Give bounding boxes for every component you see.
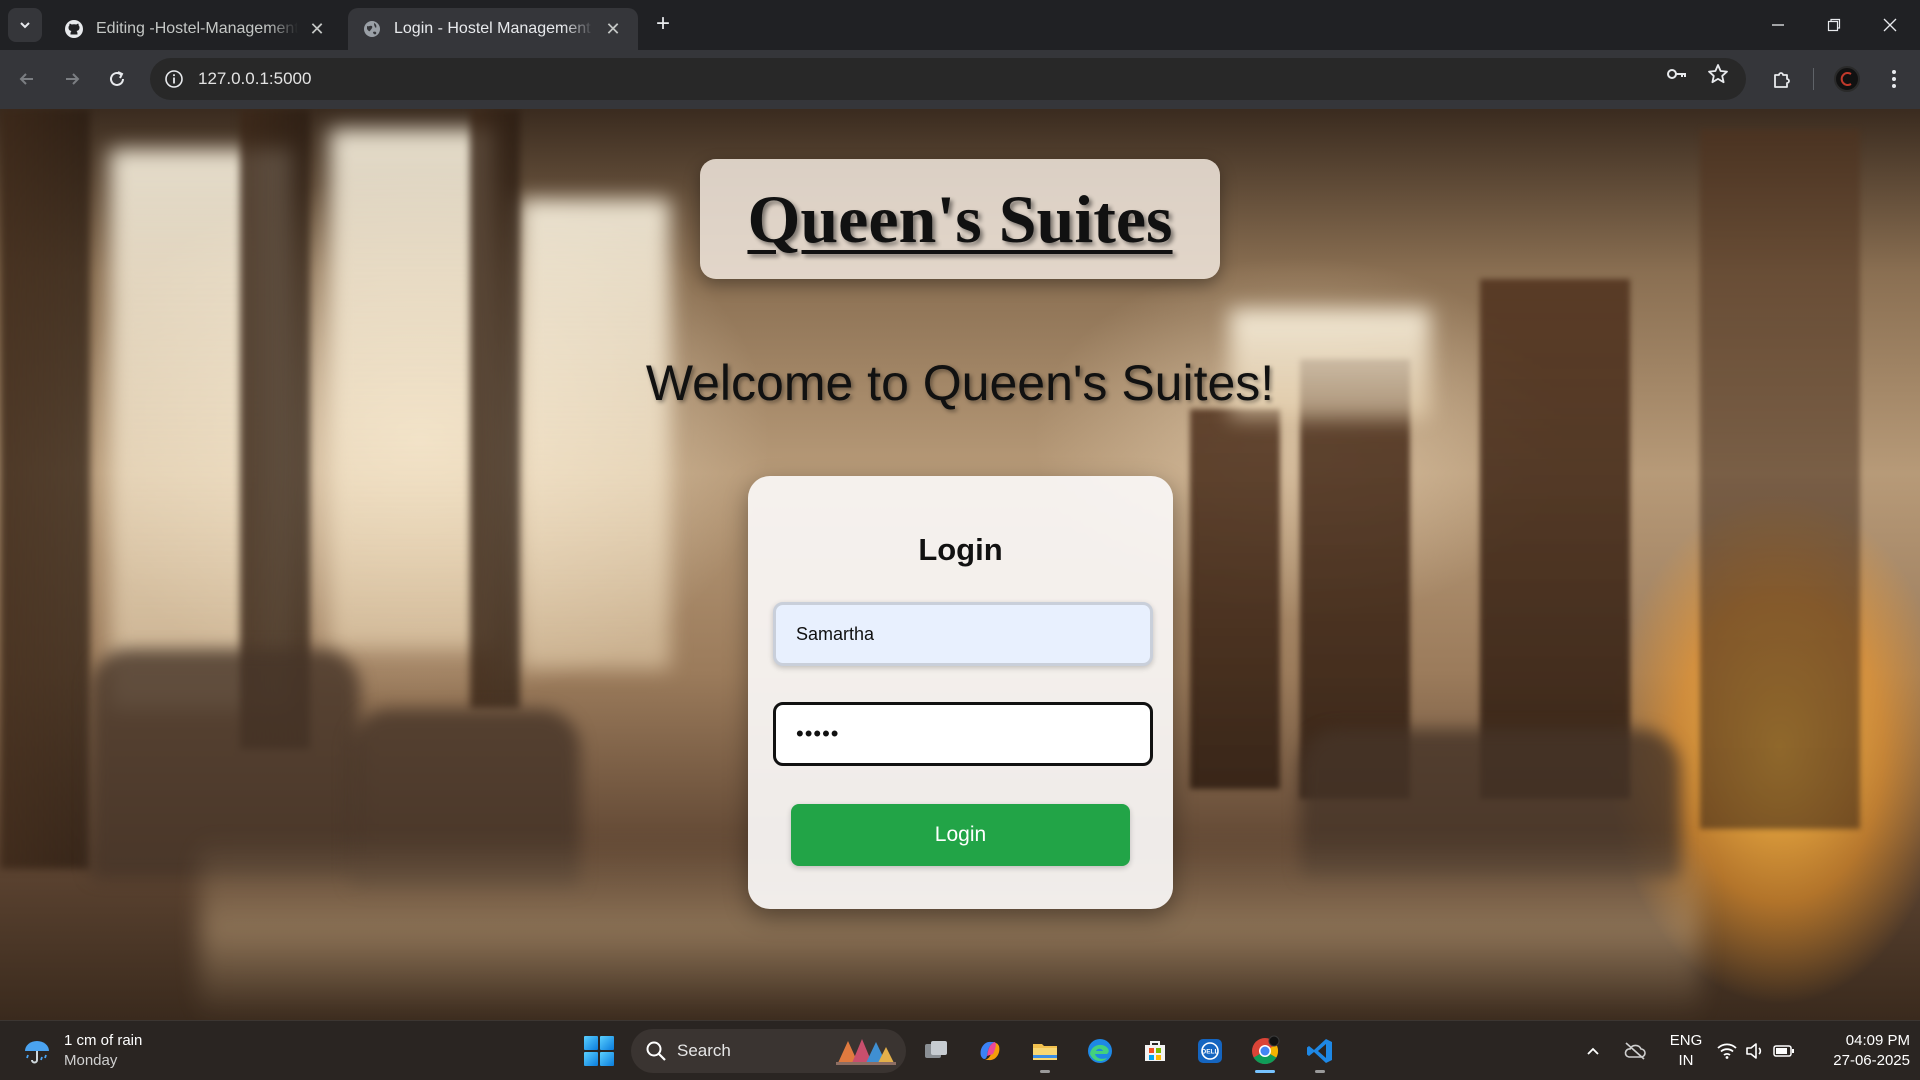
close-window-button[interactable] bbox=[1862, 0, 1918, 50]
taskbar-search[interactable]: Search bbox=[631, 1029, 906, 1073]
background-window bbox=[520, 199, 670, 669]
browser-menu-button[interactable] bbox=[1878, 63, 1910, 95]
dell-app-button[interactable]: DELL bbox=[1190, 1031, 1230, 1071]
password-key-icon[interactable] bbox=[1661, 58, 1693, 90]
bookmark-star-icon[interactable] bbox=[1702, 58, 1734, 90]
login-button[interactable]: Login bbox=[791, 804, 1130, 866]
username-input[interactable] bbox=[773, 602, 1153, 666]
chrome-button[interactable] bbox=[1245, 1031, 1285, 1073]
arrow-left-icon bbox=[19, 73, 33, 85]
start-button[interactable] bbox=[584, 1036, 614, 1066]
taskbar: 1 cm of rain Monday Search DELL ENG IN 0… bbox=[0, 1020, 1920, 1080]
brand-header: Queen's Suites bbox=[700, 159, 1220, 279]
site-info-icon[interactable] bbox=[162, 67, 186, 91]
kebab-menu-icon bbox=[1892, 70, 1896, 88]
cloud-off-icon bbox=[1624, 1042, 1646, 1060]
restore-button[interactable] bbox=[1806, 0, 1862, 50]
clock-date: 27-06-2025 bbox=[1833, 1052, 1910, 1069]
welcome-heading: Welcome to Queen's Suites! bbox=[645, 355, 1275, 411]
search-icon bbox=[646, 1041, 666, 1061]
login-form: Login Login bbox=[748, 476, 1173, 909]
reload-button[interactable] bbox=[102, 64, 132, 94]
back-button[interactable] bbox=[12, 64, 42, 94]
microsoft-store-button[interactable] bbox=[1135, 1031, 1175, 1071]
background-door bbox=[1190, 409, 1280, 789]
close-icon bbox=[1883, 18, 1897, 32]
browser-tab-strip: Editing -Hostel-Management-S ✕ Login - H… bbox=[0, 0, 1920, 50]
onedrive-status[interactable] bbox=[1618, 1021, 1652, 1080]
rain-umbrella-icon bbox=[25, 1041, 49, 1064]
minimize-icon bbox=[1772, 24, 1784, 26]
avatar bbox=[1834, 66, 1860, 92]
chrome-icon bbox=[1252, 1035, 1280, 1065]
close-icon[interactable]: ✕ bbox=[602, 18, 624, 40]
extensions-button[interactable] bbox=[1766, 63, 1798, 95]
chevron-up-icon bbox=[1587, 1047, 1599, 1055]
page-viewport: Queen's Suites Welcome to Queen's Suites… bbox=[0, 109, 1920, 1020]
windows-logo-icon bbox=[584, 1036, 598, 1050]
taskbar-clock[interactable]: 04:09 PM 27-06-2025 bbox=[1810, 1031, 1910, 1071]
task-view-button[interactable] bbox=[916, 1031, 956, 1071]
store-icon bbox=[1145, 1041, 1165, 1061]
tab-title: Login - Hostel Management Sy bbox=[394, 20, 594, 37]
search-label: Search bbox=[677, 1041, 731, 1060]
speaker-icon bbox=[1746, 1043, 1762, 1059]
reload-icon bbox=[110, 71, 124, 86]
browser-toolbar: 127.0.0.1:5000 bbox=[0, 50, 1920, 109]
edge-icon bbox=[1088, 1039, 1112, 1063]
weather-condition: 1 cm of rain bbox=[64, 1032, 143, 1049]
background-door bbox=[1700, 129, 1860, 829]
wifi-status[interactable] bbox=[1714, 1021, 1740, 1080]
tab-title: Editing -Hostel-Management-S bbox=[96, 20, 298, 37]
dell-icon: DELL bbox=[1198, 1039, 1222, 1063]
wifi-icon bbox=[1717, 1043, 1737, 1059]
url-text[interactable]: 127.0.0.1:5000 bbox=[198, 69, 311, 89]
login-heading: Login bbox=[918, 532, 1003, 567]
tab-editing-github[interactable]: Editing -Hostel-Management-S ✕ bbox=[50, 8, 342, 50]
copilot-icon bbox=[980, 1041, 1000, 1061]
battery-status[interactable] bbox=[1770, 1021, 1798, 1080]
edge-button[interactable] bbox=[1080, 1031, 1120, 1071]
copilot-button[interactable] bbox=[970, 1031, 1010, 1071]
region-code: IN bbox=[1678, 1052, 1694, 1069]
restore-icon bbox=[1827, 18, 1841, 32]
language-code: ENG bbox=[1669, 1032, 1703, 1049]
profile-button[interactable] bbox=[1831, 63, 1863, 95]
tab-search-button[interactable] bbox=[8, 8, 42, 42]
vscode-button[interactable] bbox=[1300, 1031, 1340, 1073]
language-indicator[interactable]: ENG IN bbox=[1666, 1031, 1706, 1071]
close-icon[interactable]: ✕ bbox=[306, 18, 328, 40]
weather-widget[interactable]: 1 cm of rain Monday bbox=[22, 1031, 142, 1071]
github-icon bbox=[64, 19, 84, 39]
address-bar[interactable]: 127.0.0.1:5000 bbox=[150, 58, 1746, 100]
forward-button[interactable] bbox=[57, 64, 87, 94]
file-explorer-button[interactable] bbox=[1025, 1031, 1065, 1073]
svg-text:DELL: DELL bbox=[1202, 1049, 1219, 1056]
globe-icon bbox=[362, 19, 382, 39]
arrow-right-icon bbox=[66, 73, 80, 85]
show-hidden-icons-button[interactable] bbox=[1578, 1021, 1608, 1080]
chevron-down-icon bbox=[20, 22, 30, 29]
background-pillar bbox=[0, 109, 90, 869]
toolbar-divider bbox=[1813, 68, 1814, 90]
tab-login-hostel[interactable]: Login - Hostel Management Sy ✕ bbox=[348, 8, 638, 50]
page-title: Queen's Suites bbox=[747, 180, 1173, 257]
puzzle-icon bbox=[1774, 72, 1790, 88]
battery-icon bbox=[1773, 1045, 1794, 1057]
search-highlight-icon bbox=[836, 1039, 896, 1065]
new-tab-button[interactable]: + bbox=[650, 12, 676, 38]
weather-day: Monday bbox=[64, 1052, 118, 1069]
vscode-icon bbox=[1307, 1039, 1332, 1063]
task-view-icon bbox=[925, 1041, 947, 1058]
volume-status[interactable] bbox=[1742, 1021, 1768, 1080]
password-input[interactable] bbox=[773, 702, 1153, 766]
clock-time: 04:09 PM bbox=[1845, 1032, 1910, 1049]
minimize-button[interactable] bbox=[1750, 0, 1806, 50]
folder-icon bbox=[1033, 1044, 1057, 1060]
